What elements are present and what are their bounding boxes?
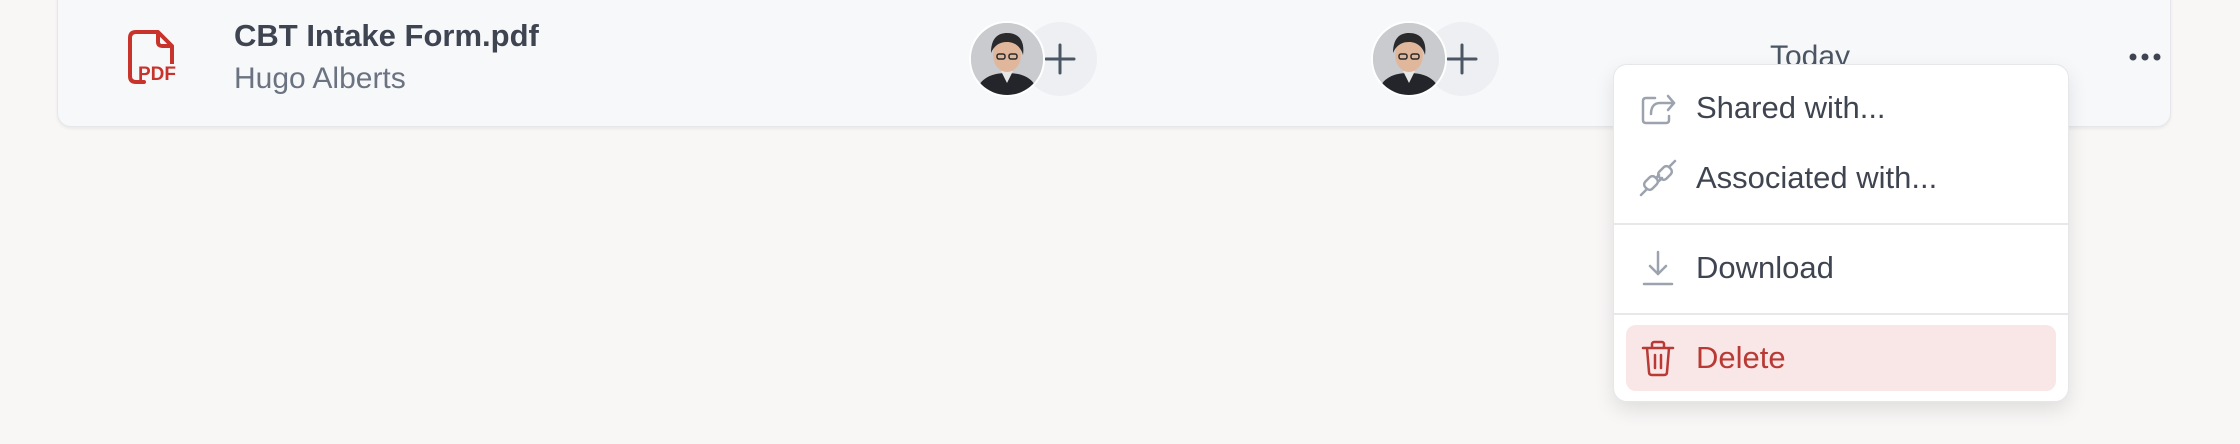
share-icon [1638,88,1678,128]
menu-item-download[interactable]: Download [1626,235,2056,301]
menu-divider [1614,313,2068,315]
menu-item-label: Shared with... [1696,90,1886,125]
associated-with-avatars [1371,21,1501,97]
shared-with-avatars [969,21,1099,97]
link-icon [1638,158,1678,198]
menu-item-label: Associated with... [1696,160,1938,195]
menu-item-shared-with[interactable]: Shared with... [1626,75,2056,141]
download-icon [1638,248,1678,288]
menu-item-delete[interactable]: Delete [1626,325,2056,391]
avatar[interactable] [969,21,1045,97]
plus-icon [1044,43,1076,75]
menu-item-label: Delete [1696,340,1786,375]
file-name[interactable]: CBT Intake Form.pdf [234,18,539,54]
trash-icon [1638,338,1678,378]
avatar[interactable] [1371,21,1447,97]
more-icon [2129,53,2161,61]
file-owner: Hugo Alberts [234,62,406,95]
plus-icon [1446,43,1478,75]
menu-divider [1614,223,2068,225]
menu-item-label: Download [1696,250,1834,285]
more-options-button[interactable] [2120,42,2170,72]
menu-item-associated-with[interactable]: Associated with... [1626,145,2056,211]
pdf-file-icon: PDF [121,26,181,86]
svg-text:PDF: PDF [138,64,176,85]
context-menu: Shared with... Associated with... Downlo… [1613,64,2069,402]
